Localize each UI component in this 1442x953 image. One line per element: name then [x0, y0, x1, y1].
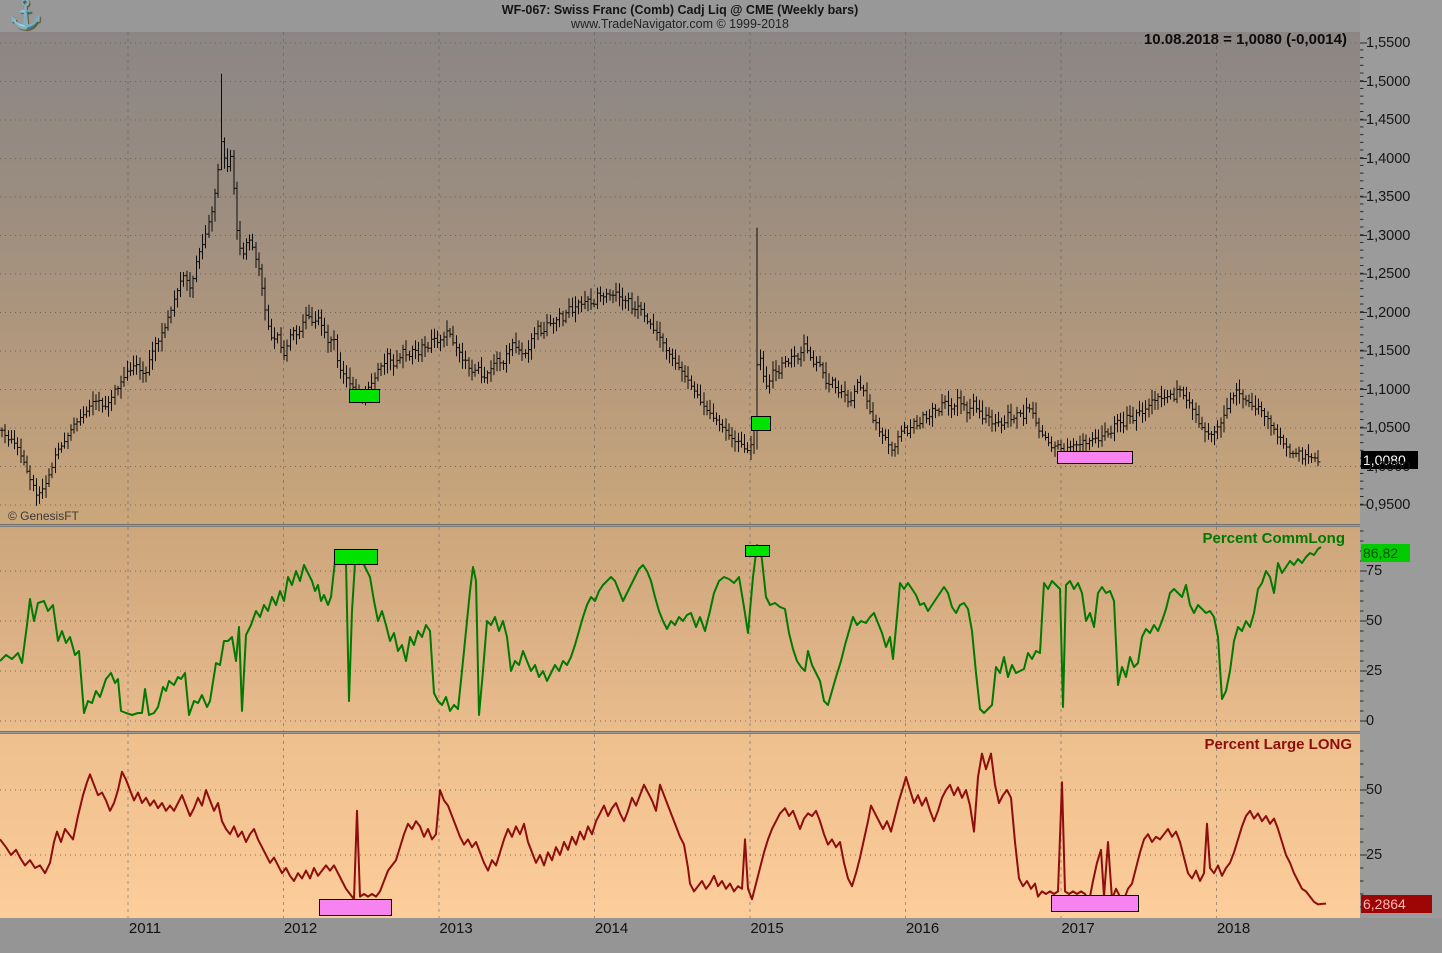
price-panel[interactable]	[0, 32, 1361, 524]
scale-tick-label: 25	[1366, 847, 1383, 863]
chart-title: WF-067: Swiss Franc (Comb) Cadj Liq @ CM…	[501, 3, 859, 17]
green-highlight-box[interactable]	[349, 389, 380, 403]
scale-tick-label: 0,9500	[1366, 497, 1411, 513]
year-label: 2015	[750, 920, 784, 937]
large-long-label: Percent Large LONG	[1204, 736, 1352, 753]
scale-tick-label: 1,5000	[1366, 73, 1411, 90]
commlong-label: Percent CommLong	[1202, 530, 1345, 547]
year-label: 2018	[1216, 920, 1251, 937]
scale-tick-label: 1,3500	[1366, 189, 1411, 205]
scale-tick-label: 50	[1366, 613, 1383, 629]
green-highlight-box[interactable]	[334, 549, 378, 565]
scale-tick-label: 25	[1366, 663, 1383, 679]
year-label: 2014	[594, 920, 629, 937]
scale-tick-label: 1,0000	[1366, 458, 1411, 475]
pink-highlight-box[interactable]	[1057, 451, 1133, 464]
scale-tick-label: 50	[1366, 782, 1383, 798]
pink-highlight-box[interactable]	[1051, 895, 1139, 912]
year-label: 2016	[905, 920, 940, 937]
scale-tick-label: 1,2500	[1366, 266, 1411, 282]
price-scale-strip[interactable]	[1360, 0, 1442, 953]
commlong-line-chart	[0, 527, 1360, 731]
percent-commlong-panel[interactable]	[0, 527, 1361, 731]
scale-tick-label: 1,5500	[1366, 35, 1411, 51]
price-bars-chart	[0, 32, 1360, 524]
year-label: 2017	[1061, 920, 1095, 937]
chart-subtitle: www.TradeNavigator.com © 1999-2018	[571, 17, 789, 31]
pink-highlight-box[interactable]	[319, 899, 392, 916]
title-bar: ⚓ WF-067: Swiss Franc (Comb) Cadj Liq @ …	[0, 0, 1442, 32]
trade-navigator-window: ⚓ WF-067: Swiss Franc (Comb) Cadj Liq @ …	[0, 0, 1442, 953]
scale-tick-label: 1,1500	[1366, 343, 1411, 359]
scale-tick-label: 1,1000	[1366, 381, 1411, 398]
scale-tick-label: 0	[1366, 713, 1375, 729]
percent-large-long-panel[interactable]	[0, 734, 1361, 918]
scale-tick-label: 75	[1366, 563, 1383, 579]
scale-tick-label: 1,2000	[1366, 304, 1411, 321]
scale-ticks	[1360, 42, 1367, 908]
green-highlight-box[interactable]	[745, 545, 770, 557]
green-highlight-box[interactable]	[751, 416, 771, 431]
year-label: 2013	[439, 920, 473, 937]
scale-tick-label: 1,0500	[1366, 420, 1411, 436]
last-quote-readout: 10.08.2018 = 1,0080 (-0,0014)	[1143, 31, 1347, 48]
year-label: 2012	[283, 920, 318, 937]
scale-tick-label: 1,4500	[1366, 112, 1411, 128]
scale-tick-label: 1,4000	[1366, 150, 1411, 167]
large-long-value-badge: 6,2864	[1361, 895, 1432, 913]
genesis-credit: © GenesisFT	[8, 509, 79, 523]
large-long-line-chart	[0, 734, 1360, 918]
commlong-value-badge: 86,82	[1361, 544, 1410, 562]
scale-tick-label: 1,3000	[1366, 227, 1411, 244]
year-label: 2011	[128, 920, 162, 937]
